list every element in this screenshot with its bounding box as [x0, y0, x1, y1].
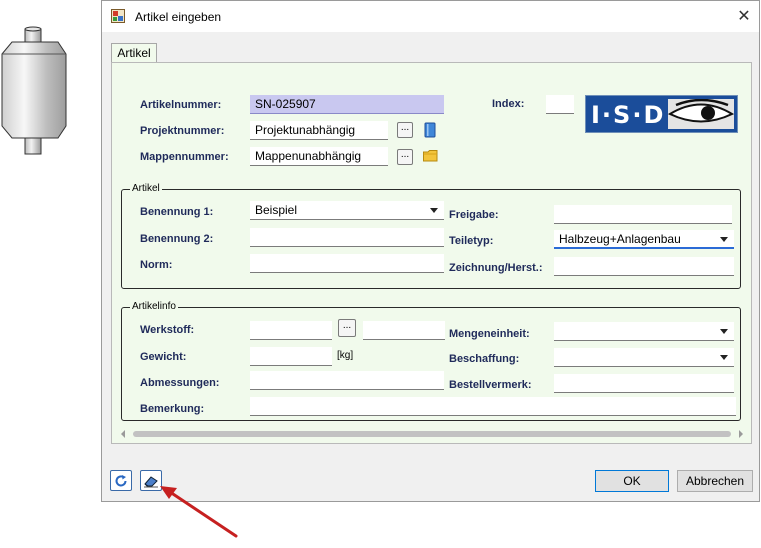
index-label: Index:	[492, 98, 525, 110]
benennung1-dropdown[interactable]: Beispiel	[250, 201, 444, 220]
mappennummer-browse-button[interactable]: ...	[397, 149, 413, 165]
index-field[interactable]	[546, 95, 574, 114]
artikelinfo-group-title: Artikelinfo	[130, 301, 178, 312]
teiletyp-label: Teiletyp:	[449, 235, 494, 247]
window-title: Artikel eingeben	[135, 10, 222, 24]
benennung1-label: Benennung 1:	[140, 206, 214, 218]
freigabe-label: Freigabe:	[449, 209, 499, 221]
horizontal-scrollbar[interactable]	[121, 430, 743, 438]
part-preview-icon	[1, 26, 67, 155]
bemerkung-field[interactable]	[250, 397, 736, 416]
mengeneinheit-label: Mengeneinheit:	[449, 328, 530, 340]
werkstoff-field[interactable]	[250, 321, 332, 340]
scroll-left-icon[interactable]	[121, 430, 125, 438]
gewicht-unit: [kg]	[337, 350, 354, 361]
zeichnung-field[interactable]	[554, 257, 734, 276]
tab-artikel[interactable]: Artikel	[111, 43, 157, 63]
artikel-group-title: Artikel	[130, 183, 162, 194]
projektnummer-field[interactable]: Projektunabhängig	[250, 121, 388, 140]
gewicht-label: Gewicht:	[140, 351, 187, 363]
mengeneinheit-dropdown[interactable]	[554, 322, 734, 341]
werkstoff-browse-button[interactable]: ...	[338, 319, 356, 337]
projektnummer-label: Projektnummer:	[140, 125, 225, 137]
refresh-button[interactable]	[110, 470, 132, 491]
bestellvermerk-label: Bestellvermerk:	[449, 379, 532, 391]
bemerkung-label: Bemerkung:	[140, 403, 205, 415]
chevron-down-icon	[720, 355, 728, 360]
title-bar: Artikel eingeben ✕	[102, 1, 759, 32]
norm-field[interactable]	[250, 254, 444, 273]
gewicht-field[interactable]	[250, 347, 332, 366]
beschaffung-dropdown[interactable]	[554, 348, 734, 367]
isd-logo: I·S·D	[585, 95, 738, 133]
benennung2-label: Benennung 2:	[140, 233, 214, 245]
bestellvermerk-field[interactable]	[554, 374, 734, 393]
project-book-icon[interactable]	[424, 122, 436, 138]
abmessungen-field[interactable]	[250, 371, 444, 390]
chevron-down-icon	[720, 237, 728, 242]
beschaffung-label: Beschaffung:	[449, 353, 520, 365]
artikel-panel: Artikelnummer: SN-025907 Projektnummer: …	[111, 62, 752, 444]
artikelnummer-field[interactable]: SN-025907	[250, 95, 444, 114]
werkstoff-extra-field[interactable]	[363, 321, 445, 340]
logo-text: I·S·D	[591, 101, 666, 129]
close-button[interactable]: ✕	[732, 6, 756, 28]
ok-button[interactable]: OK	[595, 470, 669, 492]
mappennummer-field[interactable]: Mappenunabhängig	[250, 147, 388, 166]
freigabe-field[interactable]	[554, 205, 732, 224]
app-icon	[111, 9, 125, 23]
teiletyp-value: Halbzeug+Anlagenbau	[559, 232, 681, 246]
scroll-right-icon[interactable]	[739, 430, 743, 438]
mappennummer-value: Mappenunabhängig	[255, 149, 362, 163]
folder-icon[interactable]	[423, 150, 438, 162]
chevron-down-icon	[720, 329, 728, 334]
mappennummer-label: Mappennummer:	[140, 151, 229, 163]
zeichnung-label: Zeichnung/Herst.:	[449, 262, 543, 274]
abmessungen-label: Abmessungen:	[140, 377, 220, 389]
artikelnummer-value: SN-025907	[255, 97, 316, 111]
red-arrow-annotation	[160, 486, 238, 538]
chevron-down-icon	[430, 208, 438, 213]
norm-label: Norm:	[140, 259, 173, 271]
teiletyp-dropdown[interactable]: Halbzeug+Anlagenbau	[554, 230, 734, 249]
eye-icon	[668, 99, 734, 129]
projektnummer-browse-button[interactable]: ...	[397, 122, 413, 138]
werkstoff-label: Werkstoff:	[140, 324, 195, 336]
artikelnummer-label: Artikelnummer:	[140, 99, 222, 111]
refresh-icon	[115, 475, 127, 487]
benennung1-value: Beispiel	[255, 203, 298, 217]
artikel-dialog: Artikel eingeben ✕ Artikel Artikelnummer…	[101, 0, 760, 502]
cancel-button[interactable]: Abbrechen	[677, 470, 753, 492]
scrollbar-thumb[interactable]	[133, 431, 731, 437]
projektnummer-value: Projektunabhängig	[255, 123, 356, 137]
benennung2-field[interactable]	[250, 228, 444, 247]
